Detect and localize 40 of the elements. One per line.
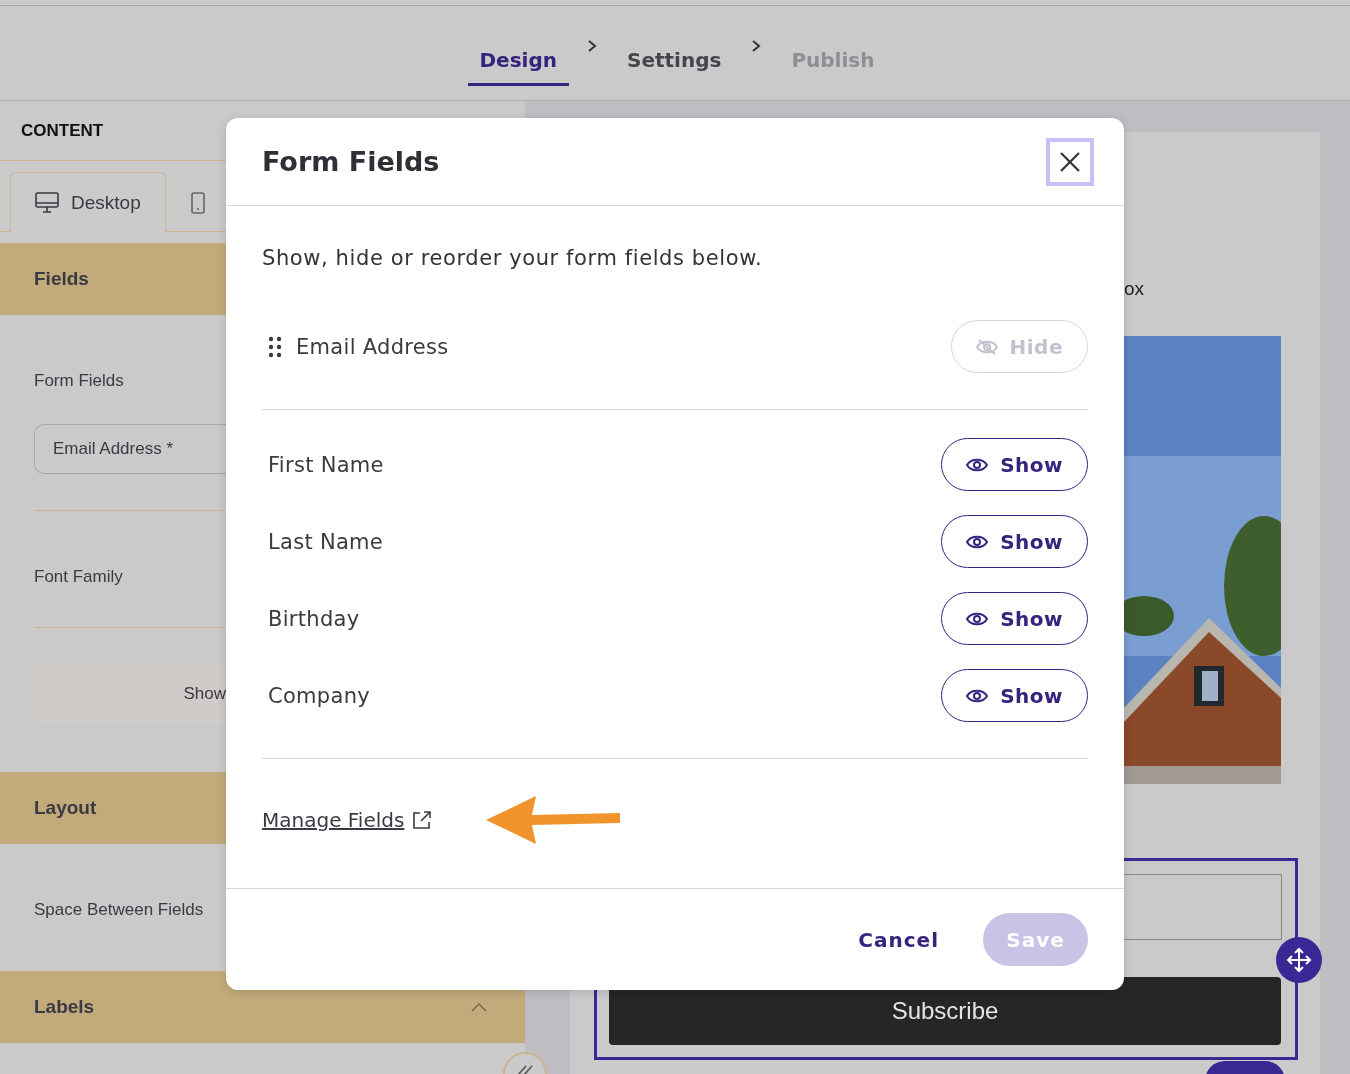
- collapse-icon: [516, 1064, 534, 1074]
- eye-icon: [966, 610, 989, 627]
- external-link-icon: [412, 810, 433, 830]
- field-name: First Name: [268, 452, 384, 477]
- preview-text: ox: [1124, 278, 1145, 300]
- show-button[interactable]: Show: [941, 592, 1088, 645]
- show-button[interactable]: Show: [941, 669, 1088, 722]
- section-title: Fields: [34, 268, 89, 290]
- step-tab[interactable]: Settings: [615, 6, 734, 86]
- monitor-icon: [35, 191, 59, 214]
- setting-label: Font Family: [34, 567, 124, 587]
- manage-fields-link[interactable]: Manage Fields: [262, 808, 433, 832]
- drag-handle-icon[interactable]: [268, 335, 282, 358]
- close-button[interactable]: [1046, 137, 1094, 186]
- caret-icon: [471, 1002, 487, 1012]
- setting-label: Space Between Fields: [34, 900, 205, 920]
- show-button[interactable]: Show: [34, 664, 226, 723]
- move-icon: [1286, 947, 1312, 973]
- eye-off-icon: [975, 338, 998, 355]
- show-button[interactable]: Show: [941, 438, 1088, 491]
- field-name: Email Address: [296, 334, 449, 359]
- field-name: Birthday: [268, 606, 360, 631]
- field-name: Company: [268, 683, 370, 708]
- cancel-button[interactable]: Cancel: [852, 926, 945, 953]
- eye-icon: [966, 533, 989, 550]
- step-tab[interactable]: Design: [467, 6, 569, 86]
- dialog-description: Show, hide or reorder your form fields below.: [262, 246, 764, 270]
- close-icon: [1059, 150, 1081, 173]
- panel-title: CONTENT: [21, 120, 104, 141]
- section-title: Labels: [34, 996, 95, 1018]
- device-tab[interactable]: Desktop: [10, 172, 166, 232]
- phone-icon: [190, 191, 205, 214]
- section-title: Layout: [34, 797, 97, 819]
- show-button[interactable]: Show: [941, 515, 1088, 568]
- move-handle[interactable]: [1276, 937, 1322, 983]
- eye-icon: [966, 687, 989, 704]
- setting-label: Form Fields: [34, 371, 125, 391]
- field-name: Last Name: [268, 529, 384, 554]
- dialog-title: Form Fields: [262, 146, 440, 177]
- eye-icon: [966, 456, 989, 473]
